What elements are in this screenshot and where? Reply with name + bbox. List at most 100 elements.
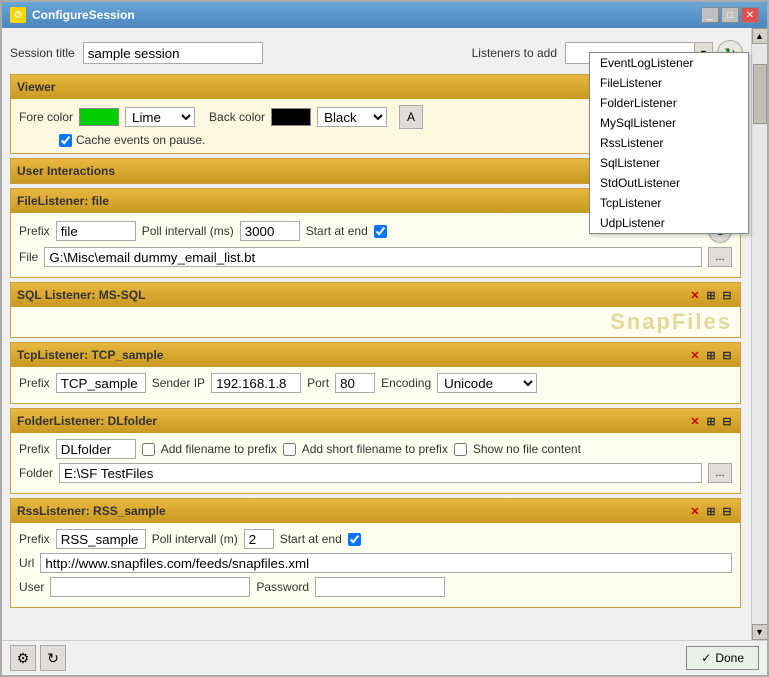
dropdown-item-udp[interactable]: UdpListener [590,213,748,233]
folder-expand-icon[interactable]: ⊞ [704,414,718,428]
rss-prefix-label: Prefix [19,532,50,546]
rss-collapse-icon[interactable]: ⊟ [720,504,734,518]
tcp-port-input[interactable] [335,373,375,393]
folder-add-short-label: Add short filename to prefix [302,442,448,456]
tcp-listener-section: TcpListener: TCP_sample ✕ ⊞ ⊟ Prefix Sen… [10,342,741,404]
rss-password-input[interactable] [315,577,445,597]
sql-remove-icon[interactable]: ✕ [688,288,702,302]
app-icon: ⚙ [10,7,26,23]
tcp-prefix-label: Prefix [19,376,50,390]
dropdown-item-tcp[interactable]: TcpListener [590,193,748,213]
done-button[interactable]: ✓ Done [686,646,759,670]
sql-listener-body: SnapFiles [11,307,740,337]
title-bar: ⚙ ConfigureSession _ □ ✕ [2,2,767,28]
fore-color-swatch[interactable] [79,108,119,126]
folder-add-filename-checkbox[interactable] [142,443,155,456]
dropdown-item-eventlog[interactable]: EventLogListener [590,53,748,73]
rss-password-label: Password [256,580,309,594]
close-button[interactable]: ✕ [741,7,759,23]
viewer-title: Viewer [17,80,55,94]
scrollbar-thumb[interactable] [753,64,767,124]
folder-collapse-icon[interactable]: ⊟ [720,414,734,428]
done-label: Done [715,651,744,665]
file-poll-input[interactable] [240,221,300,241]
scroll-down-button[interactable]: ▼ [752,624,768,640]
rss-prefix-input[interactable] [56,529,146,549]
tcp-collapse-icon[interactable]: ⊟ [720,348,734,362]
tcp-remove-icon[interactable]: ✕ [688,348,702,362]
bottom-action1-button[interactable]: ⚙ [10,645,36,671]
dropdown-item-file[interactable]: FileListener [590,73,748,93]
tcp-encoding-select[interactable]: Unicode ASCII UTF-8 [437,373,537,393]
sql-expand-icon[interactable]: ⊞ [704,288,718,302]
tcp-listener-body: Prefix Sender IP Port Encoding Unicode A… [11,367,740,403]
tcp-listener-header: TcpListener: TCP_sample ✕ ⊞ ⊟ [11,343,740,367]
dropdown-item-sql[interactable]: SqlListener [590,153,748,173]
minimize-button[interactable]: _ [701,7,719,23]
bottom-action2-button[interactable]: ↻ [40,645,66,671]
back-color-label: Back color [209,110,265,124]
folder-remove-icon[interactable]: ✕ [688,414,702,428]
folder-show-no-file-checkbox[interactable] [454,443,467,456]
tcp-sender-label: Sender IP [152,376,205,390]
rss-start-checkbox[interactable] [348,533,361,546]
rss-poll-input[interactable] [244,529,274,549]
rss-listener-title: RssListener: RSS_sample [17,504,166,518]
folder-add-short-checkbox[interactable] [283,443,296,456]
fore-color-dropdown: Lime [125,107,195,127]
cache-events-checkbox[interactable] [59,134,72,147]
scrollbar-track[interactable] [753,44,767,624]
tcp-listener-title: TcpListener: TCP_sample [17,348,163,362]
back-color-swatch[interactable] [271,108,311,126]
file-path-input[interactable] [44,247,702,267]
file-browse-button[interactable]: ... [708,247,732,267]
font-icon-button[interactable]: A [399,105,423,129]
scroll-up-button[interactable]: ▲ [752,28,768,44]
folder-browse-button[interactable]: ... [708,463,732,483]
file-poll-label: Poll intervall (ms) [142,224,234,238]
sql-listener-section: SQL Listener: MS-SQL ✕ ⊞ ⊟ SnapFiles [10,282,741,338]
listeners-label: Listeners to add [472,46,557,60]
tcp-sender-input[interactable] [211,373,301,393]
folder-prefix-label: Prefix [19,442,50,456]
sql-collapse-icon[interactable]: ⊟ [720,288,734,302]
sql-listener-title: SQL Listener: MS-SQL [17,288,145,302]
folder-listener-section: FolderListener: DLfolder ✕ ⊞ ⊟ Prefix A [10,408,741,494]
cache-events-label: Cache events on pause. [76,133,205,147]
tcp-prefix-input[interactable] [56,373,146,393]
dropdown-item-rss[interactable]: RssListener [590,133,748,153]
dropdown-item-stdout[interactable]: StdOutListener [590,173,748,193]
tcp-port-label: Port [307,376,329,390]
main-content: Session title Listeners to add ▼ ↻ Event… [2,28,751,640]
window-title: ConfigureSession [32,8,135,22]
back-color-select[interactable]: Black [317,107,387,127]
folder-path-input[interactable] [59,463,702,483]
fore-color-select[interactable]: Lime [125,107,195,127]
folder-listener-body: Prefix Add filename to prefix Add short … [11,433,740,493]
rss-expand-icon[interactable]: ⊞ [704,504,718,518]
file-prefix-input[interactable] [56,221,136,241]
bottom-bar: ⚙ ↻ ✓ Done [2,640,767,675]
folder-prefix-input[interactable] [56,439,136,459]
rss-user-input[interactable] [50,577,250,597]
rss-listener-section: RssListener: RSS_sample ✕ ⊞ ⊟ Prefix Pol… [10,498,741,608]
session-title-input[interactable] [83,42,263,64]
folder-show-no-file-label: Show no file content [473,442,581,456]
file-start-label: Start at end [306,224,368,238]
file-start-checkbox[interactable] [374,225,387,238]
main-scrollbar: ▲ ▼ [751,28,767,640]
maximize-button[interactable]: □ [721,7,739,23]
folder-listener-header: FolderListener: DLfolder ✕ ⊞ ⊟ [11,409,740,433]
file-listener-title: FileListener: file [17,194,109,208]
rss-url-input[interactable] [40,553,732,573]
dropdown-item-mysql[interactable]: MySqlListener [590,113,748,133]
dropdown-item-folder[interactable]: FolderListener [590,93,748,113]
rss-user-label: User [19,580,44,594]
rss-start-label: Start at end [280,532,342,546]
rss-url-label: Url [19,556,34,570]
tcp-expand-icon[interactable]: ⊞ [704,348,718,362]
session-title-label: Session title [10,46,75,60]
content-area: Session title Listeners to add ▼ ↻ Event… [2,28,767,640]
sql-listener-header: SQL Listener: MS-SQL ✕ ⊞ ⊟ [11,283,740,307]
rss-remove-icon[interactable]: ✕ [688,504,702,518]
